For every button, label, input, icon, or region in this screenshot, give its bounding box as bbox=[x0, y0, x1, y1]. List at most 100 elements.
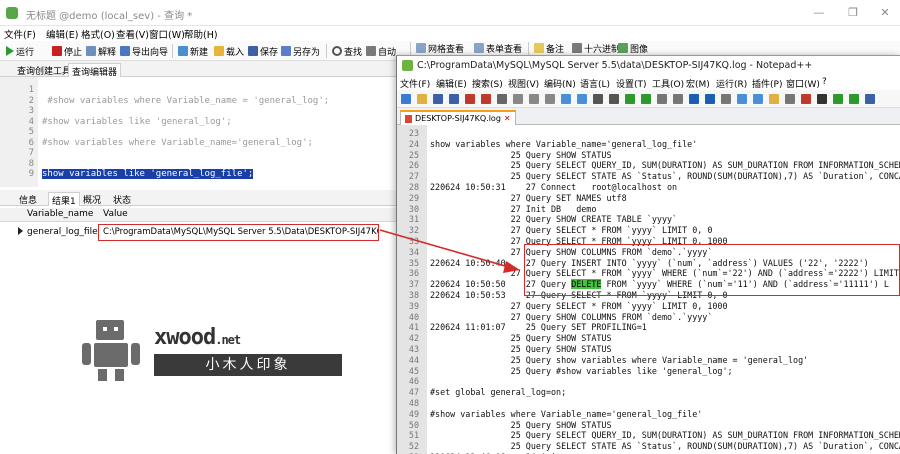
function-list-icon[interactable] bbox=[753, 94, 763, 104]
log-line[interactable]: 42 25 Query SHOW STATUS bbox=[397, 333, 900, 344]
load-button[interactable]: 载入 bbox=[214, 44, 244, 58]
tab-profile[interactable]: 概况 bbox=[80, 192, 104, 206]
column-header-value[interactable]: Value bbox=[103, 209, 128, 219]
log-line[interactable]: 32 27 Query SELECT * FROM `yyyy` LIMIT 0… bbox=[397, 225, 900, 236]
find-icon[interactable] bbox=[593, 94, 603, 104]
editor-line[interactable]: 2 #show variables where Variable_name = … bbox=[0, 96, 396, 106]
menu-edit[interactable]: 编辑(E) bbox=[46, 27, 78, 41]
zoom-in-icon[interactable] bbox=[625, 94, 635, 104]
column-header-variable-name[interactable]: Variable_name bbox=[27, 209, 93, 219]
npp-menu-item[interactable]: 文件(F) bbox=[400, 77, 430, 90]
log-line[interactable]: 25 25 Query SHOW STATUS bbox=[397, 150, 900, 161]
npp-menu-item[interactable]: 搜索(S) bbox=[472, 77, 503, 90]
npp-menu-item[interactable]: 编辑(E) bbox=[436, 77, 467, 90]
find-button[interactable]: 查找 bbox=[332, 44, 362, 58]
log-line[interactable]: 46 bbox=[397, 376, 900, 387]
menu-format[interactable]: 格式(O) bbox=[81, 27, 115, 41]
cell-value[interactable]: C:\ProgramData\MySQL\MySQL Server 5.5\Da… bbox=[98, 224, 379, 241]
editor-line[interactable]: 5 bbox=[0, 127, 396, 137]
log-line[interactable]: 44 25 Query show variables where Variabl… bbox=[397, 355, 900, 366]
log-line[interactable]: 30 27 Init DB demo bbox=[397, 204, 900, 215]
log-line[interactable]: 23 bbox=[397, 128, 900, 139]
replace-icon[interactable] bbox=[609, 94, 619, 104]
monitor-icon[interactable] bbox=[785, 94, 795, 104]
log-line[interactable]: 41 220624 11:01:07 25 Query SET PROFILING… bbox=[397, 322, 900, 333]
log-line[interactable]: 39 27 Query SELECT * FROM `yyyy` LIMIT 0… bbox=[397, 301, 900, 312]
log-line[interactable]: 28 220624 10:50:31 27 Connect root@localh… bbox=[397, 182, 900, 193]
log-line[interactable]: 45 25 Query #show variables like 'genera… bbox=[397, 366, 900, 377]
paste-icon[interactable] bbox=[545, 94, 555, 104]
log-line[interactable]: 27 25 Query SELECT STATE AS `Status`, RO… bbox=[397, 171, 900, 182]
menu-file[interactable]: 文件(F) bbox=[4, 27, 36, 41]
log-line[interactable]: 26 25 Query SELECT QUERY_ID, SUM(DURATIO… bbox=[397, 160, 900, 171]
run-macro-icon[interactable] bbox=[849, 94, 859, 104]
cut-icon[interactable] bbox=[513, 94, 523, 104]
save-icon[interactable] bbox=[433, 94, 443, 104]
log-line[interactable]: 51 25 Query SELECT QUERY_ID, SUM(DURATIO… bbox=[397, 430, 900, 441]
menu-view[interactable]: 查看(V) bbox=[116, 27, 149, 41]
save-as-button[interactable]: 另存为 bbox=[281, 44, 320, 58]
editor-line[interactable]: 8 bbox=[0, 159, 396, 169]
folder-workspace-icon[interactable] bbox=[769, 94, 779, 104]
explain-button[interactable]: 解释 bbox=[86, 44, 116, 58]
menu-window[interactable]: 窗口(W) bbox=[149, 27, 185, 41]
word-wrap-icon[interactable] bbox=[689, 94, 699, 104]
hex-button[interactable]: 十六进制 bbox=[572, 41, 620, 55]
tab-status[interactable]: 状态 bbox=[110, 192, 134, 206]
npp-menu-item[interactable]: 宏(M) bbox=[686, 77, 710, 90]
tab-info[interactable]: 信息 bbox=[16, 192, 40, 206]
note-button[interactable]: 备注 bbox=[534, 41, 564, 55]
close-all-icon[interactable] bbox=[481, 94, 491, 104]
npp-menu-item[interactable]: 设置(T) bbox=[616, 77, 647, 90]
tab-query-builder[interactable]: 查询创建工具 bbox=[14, 63, 74, 77]
indent-guide-icon[interactable] bbox=[721, 94, 731, 104]
npp-menu-item[interactable]: 插件(P) bbox=[752, 77, 782, 90]
undo-icon[interactable] bbox=[561, 94, 571, 104]
npp-menu-item[interactable]: 语言(L) bbox=[580, 77, 610, 90]
tab-query-editor[interactable]: 查询编辑器 bbox=[68, 63, 122, 78]
cell-variable-name[interactable]: general_log_file bbox=[27, 227, 98, 237]
sql-editor[interactable]: 12 #show variables where Variable_name =… bbox=[0, 77, 396, 187]
zoom-out-icon[interactable] bbox=[641, 94, 651, 104]
grid-view-button[interactable]: 网格查看 bbox=[416, 41, 464, 55]
editor-line[interactable]: 4 #show variables like 'general_log'; bbox=[0, 117, 396, 127]
menu-help[interactable]: 帮助(H) bbox=[184, 27, 218, 41]
maximize-button[interactable]: ❐ bbox=[838, 4, 868, 22]
tab-result1[interactable]: 结果1 bbox=[48, 192, 80, 207]
log-line[interactable]: 47 #set global general_log=on; bbox=[397, 387, 900, 398]
record-macro-icon[interactable] bbox=[801, 94, 811, 104]
minimize-button[interactable]: — bbox=[804, 4, 834, 22]
copy-icon[interactable] bbox=[529, 94, 539, 104]
new-button[interactable]: 新建 bbox=[178, 44, 208, 58]
table-row[interactable]: general_log_file C:\ProgramData\MySQL\My… bbox=[0, 223, 396, 241]
close-tab-icon[interactable]: ✕ bbox=[504, 114, 511, 123]
npp-menu-item[interactable]: 工具(O) bbox=[652, 77, 684, 90]
npp-menu-item[interactable]: 视图(V) bbox=[508, 77, 539, 90]
redo-icon[interactable] bbox=[577, 94, 587, 104]
stop-button[interactable]: 停止 bbox=[52, 44, 82, 58]
open-icon[interactable] bbox=[417, 94, 427, 104]
save-button[interactable]: 保存 bbox=[248, 44, 278, 58]
log-line[interactable]: 40 27 Query SHOW COLUMNS FROM `demo`.`yy… bbox=[397, 312, 900, 323]
editor-line[interactable]: 7 bbox=[0, 148, 396, 158]
stop-macro-icon[interactable] bbox=[817, 94, 827, 104]
editor-line[interactable]: 3 bbox=[0, 106, 396, 116]
npp-menu-item[interactable]: 窗口(W) bbox=[786, 77, 820, 90]
npp-menu-item[interactable]: ? bbox=[822, 77, 827, 87]
log-line[interactable]: 31 22 Query SHOW CREATE TABLE `yyyy` bbox=[397, 214, 900, 225]
npp-menu-item[interactable]: 运行(R) bbox=[716, 77, 747, 90]
close-icon[interactable] bbox=[465, 94, 475, 104]
show-all-icon[interactable] bbox=[705, 94, 715, 104]
npp-menu-item[interactable]: 编码(N) bbox=[544, 77, 576, 90]
print-icon[interactable] bbox=[497, 94, 507, 104]
sync-h-icon[interactable] bbox=[673, 94, 683, 104]
log-line[interactable]: 48 bbox=[397, 398, 900, 409]
editor-line[interactable]: 1 bbox=[0, 85, 396, 95]
editor-line[interactable]: 9 show variables like 'general_log_file'; bbox=[0, 169, 396, 179]
sync-v-icon[interactable] bbox=[657, 94, 667, 104]
new-file-icon[interactable] bbox=[401, 94, 411, 104]
log-line[interactable]: 43 25 Query SHOW STATUS bbox=[397, 344, 900, 355]
close-button[interactable]: ✕ bbox=[870, 4, 900, 22]
save-all-icon[interactable] bbox=[449, 94, 459, 104]
play-macro-icon[interactable] bbox=[833, 94, 843, 104]
